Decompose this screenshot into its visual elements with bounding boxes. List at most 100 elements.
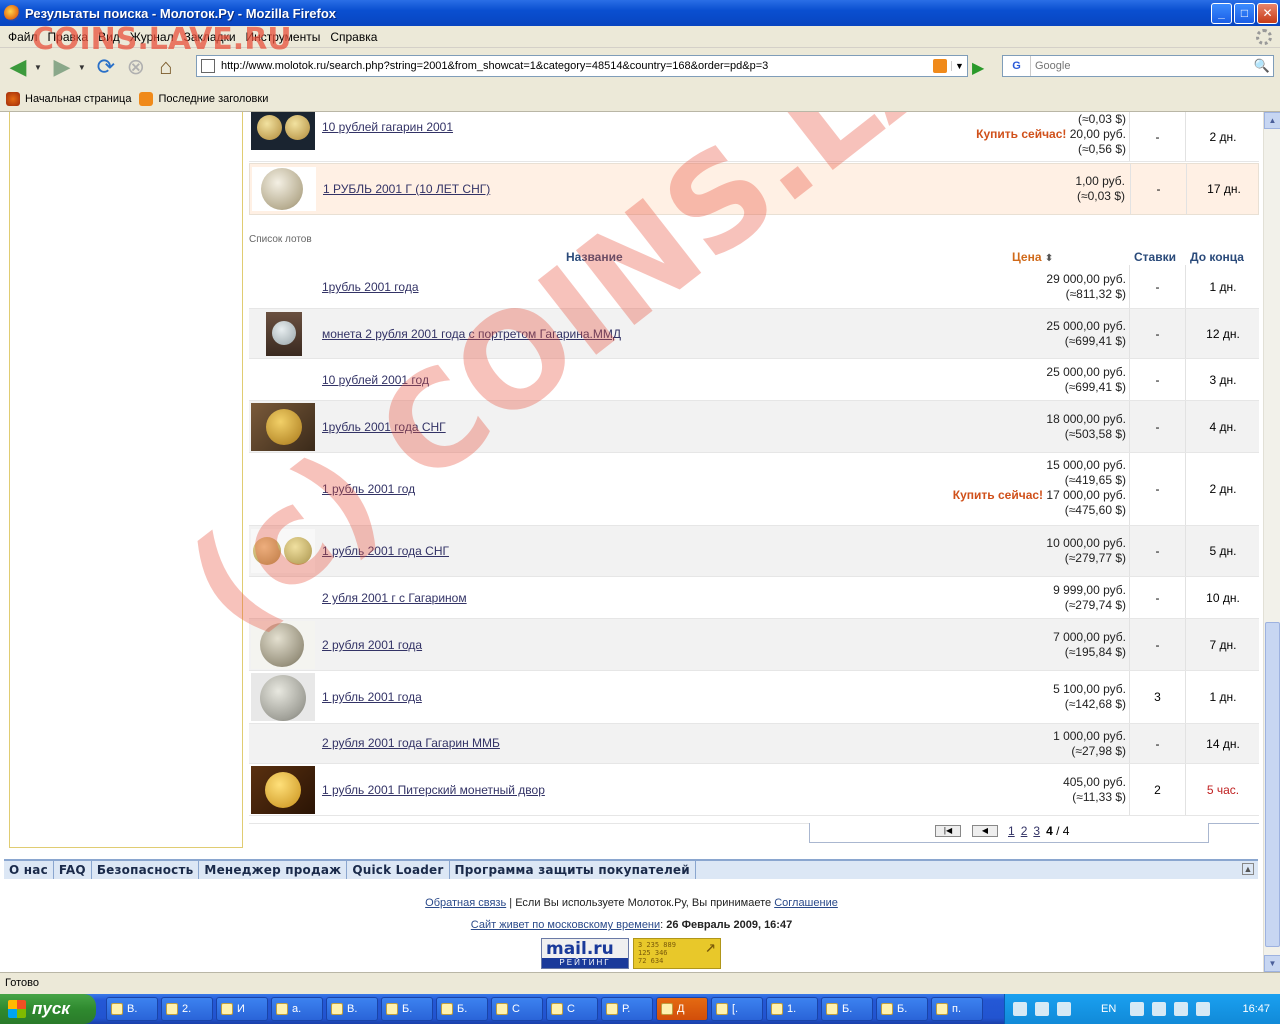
table-row[interactable]: 1рубль 2001 года СНГ 18 000,00 руб. (≈50… [249,401,1259,453]
page-link-2[interactable]: 2 [1021,824,1028,838]
taskbar-item[interactable]: 1. [766,997,818,1021]
lot-title-link[interactable]: 1рубль 2001 года СНГ [322,420,446,434]
tray-icon[interactable] [1057,1002,1071,1016]
tray-icon[interactable] [1196,1002,1211,1016]
footer-link-sales-manager[interactable]: Менеджер продаж [199,861,348,879]
search-input[interactable] [1031,60,1251,72]
footer-link-faq[interactable]: FAQ [54,861,92,879]
feedback-link[interactable]: Обратная связь [425,897,506,909]
lot-thumbnail[interactable] [251,673,315,721]
table-row[interactable]: 10 рублей 2001 год 25 000,00 руб. (≈699,… [249,359,1259,401]
menu-edit[interactable]: Правка [43,30,94,44]
taskbar-item[interactable]: Б. [381,997,433,1021]
menu-file[interactable]: Файл [3,30,43,44]
taskbar-item[interactable]: а. [271,997,323,1021]
menu-help[interactable]: Справка [325,30,382,44]
tray-icon[interactable] [1174,1002,1189,1016]
table-row[interactable]: 1рубль 2001 года 29 000,00 руб. (≈811,32… [249,265,1259,309]
tray-icon[interactable] [1152,1002,1167,1016]
lot-thumbnail[interactable] [266,312,302,356]
lot-title-link[interactable]: 2 рубля 2001 года Гагарин ММБ [322,736,500,750]
mailru-rating-badge[interactable]: mail.ru РЕЙТИНГ [541,938,629,969]
column-header-ends[interactable]: До конца [1190,250,1244,264]
lot-title-link[interactable]: 2 убля 2001 г с Гагарином [322,591,467,605]
vertical-scrollbar[interactable]: ▲ ▼ [1263,112,1280,972]
scroll-down-icon[interactable]: ▼ [1264,955,1280,972]
column-header-price[interactable]: Цена ⬍ [1012,250,1053,264]
menu-tools[interactable]: Инструменты [241,30,326,44]
forward-arrow-icon[interactable]: ▶ [48,53,76,81]
lot-thumbnail[interactable] [251,112,315,150]
table-row[interactable]: 1 рубль 2001 года 5 100,00 руб. (≈142,68… [249,671,1259,724]
lot-title-link[interactable]: 2 рубля 2001 года [322,638,422,652]
table-row[interactable]: монета 2 рубля 2001 года с портретом Гаг… [249,309,1259,359]
lot-thumbnail[interactable] [251,403,315,451]
menu-bookmarks[interactable]: Закладки [179,30,241,44]
bookmark-home-page[interactable]: Начальная страница [6,91,131,106]
visitor-counter-badge[interactable]: 3 235 889 125 346 72 634 ↗ [633,938,721,969]
column-header-name[interactable]: Название [566,250,623,264]
close-button[interactable]: ✕ [1257,2,1278,24]
taskbar-item[interactable]: Б. [821,997,873,1021]
buy-now-label[interactable]: Купить сейчас! [953,488,1043,502]
tray-icon[interactable] [1130,1002,1145,1016]
bookmark-latest-headlines[interactable]: Последние заголовки [139,91,268,106]
search-engine-icon[interactable]: G [1003,56,1031,76]
tray-icon[interactable] [1035,1002,1049,1016]
search-bar[interactable]: G 🔍 [1002,55,1274,77]
lot-title-link[interactable]: 1 рубль 2001 года [322,690,422,704]
taskbar-item[interactable]: В. [326,997,378,1021]
footer-link-security[interactable]: Безопасность [92,861,200,879]
footer-link-about[interactable]: О нас [4,861,54,879]
scrollbar-thumb[interactable] [1265,622,1280,947]
table-row[interactable]: 1 рубль 2001 год 15 000,00 руб. (≈419,65… [249,453,1259,526]
first-page-button[interactable]: |◀ [935,825,961,837]
footer-link-buyer-protection[interactable]: Программа защиты покупателей [450,861,696,879]
taskbar-item[interactable]: В. [106,997,158,1021]
menu-view[interactable]: Вид [93,30,125,44]
lot-title-link[interactable]: 10 рублей 2001 год [322,373,429,387]
taskbar-item[interactable]: С [546,997,598,1021]
column-header-bids[interactable]: Ставки [1134,250,1176,264]
taskbar-item[interactable]: [. [711,997,763,1021]
lot-thumbnail[interactable] [252,167,316,211]
rss-feed-icon[interactable] [933,59,947,73]
table-row-highlighted[interactable]: 1 РУБЛЬ 2001 Г (10 ЛЕТ СНГ) 1,00 руб. (≈… [249,163,1259,215]
back-arrow-icon[interactable]: ◀ [4,53,32,81]
back-dropdown-icon[interactable]: ▼ [34,63,42,72]
lot-title-link[interactable]: 1 РУБЛЬ 2001 Г (10 ЛЕТ СНГ) [323,182,490,196]
taskbar-item[interactable]: 2. [161,997,213,1021]
lot-title-link[interactable]: 10 рублей гагарин 2001 [322,120,453,134]
reload-icon[interactable]: ⟳ [92,53,120,81]
taskbar-item[interactable]: п. [931,997,983,1021]
table-row[interactable]: 1 рубль 2001 года СНГ 10 000,00 руб. (≈2… [249,526,1259,577]
url-dropdown-icon[interactable]: ▼ [951,61,967,71]
go-arrow-icon[interactable]: ▶ [972,58,984,78]
page-link-3[interactable]: 3 [1033,824,1040,838]
agreement-link[interactable]: Соглашение [774,897,838,909]
lot-title-link[interactable]: 1 рубль 2001 года СНГ [322,544,449,558]
table-row[interactable]: 2 убля 2001 г с Гагарином 9 999,00 руб. … [249,577,1259,619]
moscow-time-link[interactable]: Сайт живет по московскому времени [471,919,660,931]
home-icon[interactable]: ⌂ [152,53,180,81]
taskbar-item[interactable]: С [491,997,543,1021]
buy-now-label[interactable]: Купить сейчас! [976,127,1066,141]
url-text[interactable]: http://www.molotok.ru/search.php?string=… [221,60,933,72]
stop-icon[interactable]: ⊗ [122,53,150,81]
scroll-top-icon[interactable]: ▲ [1242,863,1254,875]
tray-icon[interactable] [1013,1002,1027,1016]
lot-thumbnail[interactable] [251,766,315,814]
clock[interactable]: 16:47 [1242,1003,1270,1015]
menu-history[interactable]: Журнал [125,30,179,44]
magnifier-icon[interactable]: 🔍 [1251,58,1273,74]
taskbar-item[interactable]: Б. [436,997,488,1021]
page-viewport[interactable]: 10 рублей гагарин 2001 (≈0,03 $) Купить … [0,112,1263,972]
lot-title-link[interactable]: монета 2 рубля 2001 года с портретом Гаг… [322,327,621,341]
taskbar-item[interactable]: Р. [601,997,653,1021]
prev-page-button[interactable]: ◀ [972,825,998,837]
sort-icon[interactable]: ⬍ [1045,253,1053,264]
start-button[interactable]: пуск [0,994,96,1024]
page-link-1[interactable]: 1 [1008,824,1015,838]
language-indicator[interactable]: EN [1101,1003,1116,1015]
taskbar-item[interactable]: И [216,997,268,1021]
